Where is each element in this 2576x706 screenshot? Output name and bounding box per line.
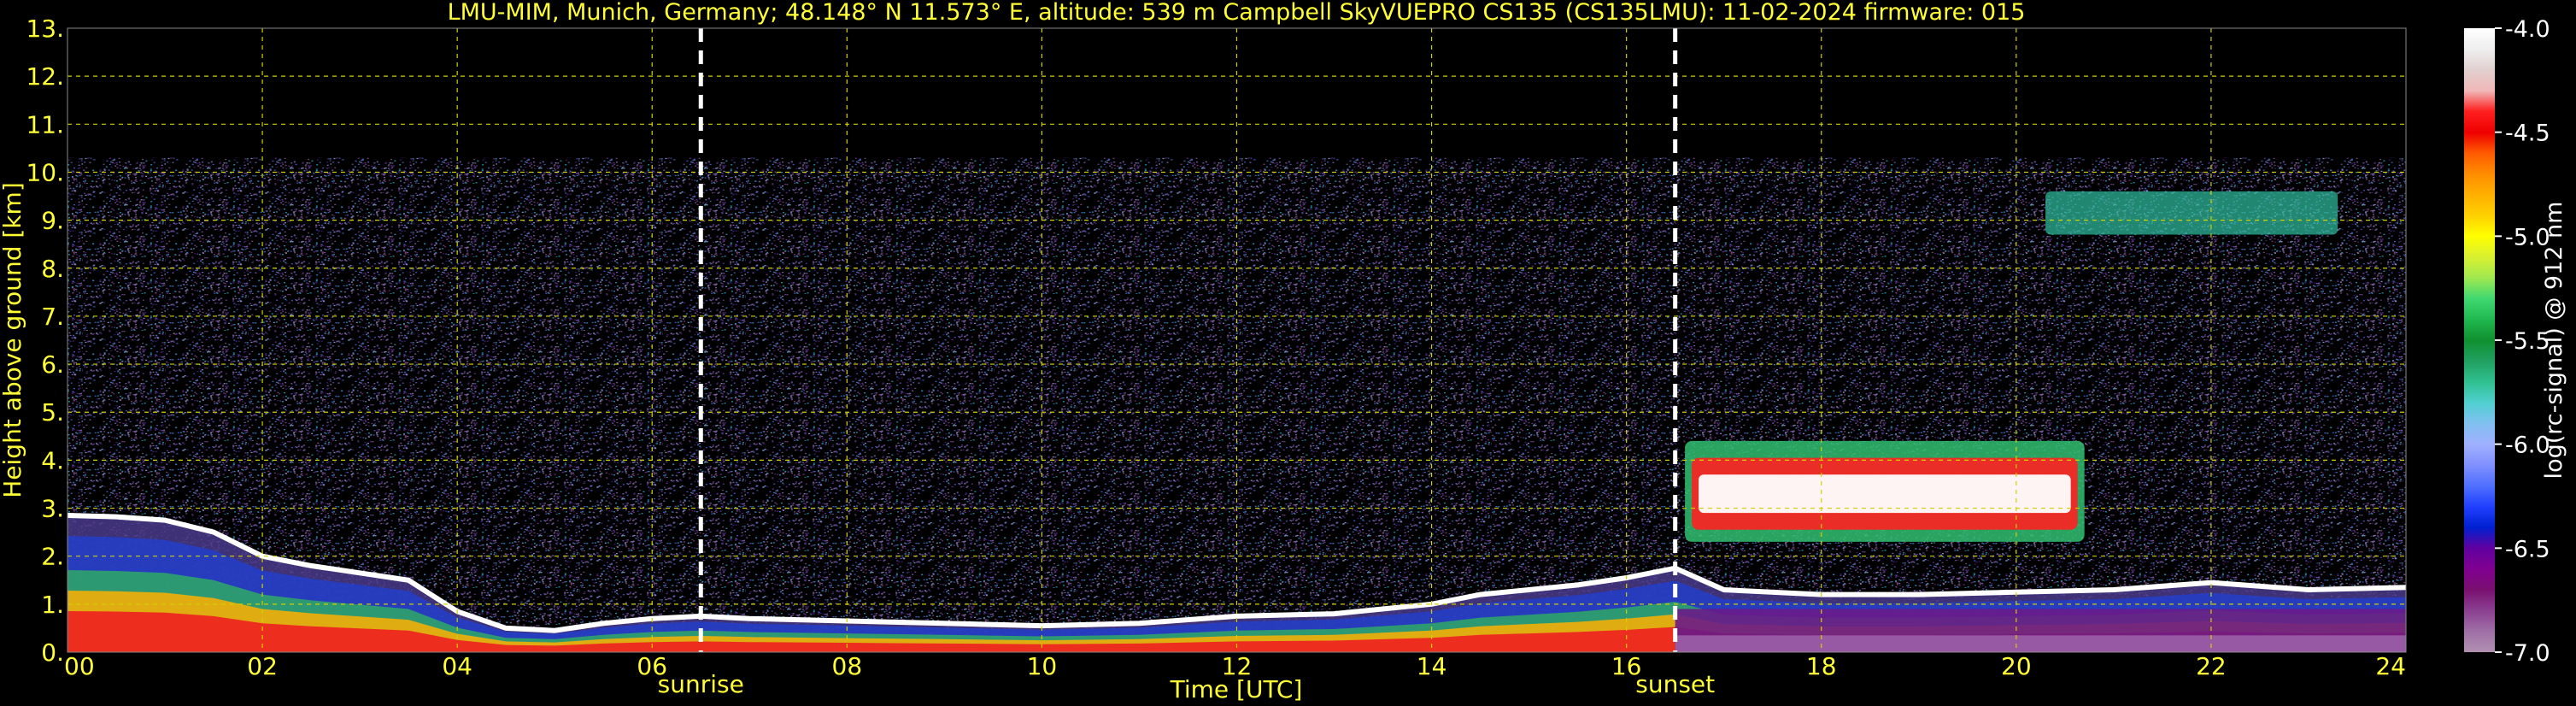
x-tick-label: 18 <box>1806 652 1837 680</box>
x-axis-label: Time [UTC] <box>1170 675 1303 703</box>
y-tick-label: 10. <box>26 158 64 186</box>
high-cloud <box>2045 191 2338 235</box>
colorbar-tick-label: -7.0 <box>2505 640 2550 667</box>
y-axis-label: Height above ground [km] <box>0 182 26 498</box>
x-tick-label: 22 <box>2196 652 2227 680</box>
sunset-label: sunset <box>1635 670 1715 698</box>
x-tick-label: 16 <box>1611 652 1642 680</box>
x-tick-label: 14 <box>1417 652 1447 680</box>
surface-layer <box>1675 635 2406 652</box>
colorbar-tick-label: -4.0 <box>2505 16 2550 43</box>
y-tick-label: 0. <box>41 638 64 667</box>
x-tick-label: 20 <box>2001 652 2032 680</box>
y-tick-label: 9. <box>41 207 64 235</box>
x-tick-label: 10 <box>1027 652 1058 680</box>
chart-title: LMU-MIM, Munich, Germany; 48.148° N 11.5… <box>448 0 2026 26</box>
x-tick-label: 02 <box>247 652 278 680</box>
sunrise-label: sunrise <box>658 670 744 698</box>
colorbar-scale <box>2464 28 2495 652</box>
y-tick-label: 12. <box>26 62 64 91</box>
colorbar-tick-label: -4.5 <box>2505 121 2550 147</box>
y-tick-label: 3. <box>41 495 64 523</box>
y-tick-label: 2. <box>41 543 64 571</box>
x-tick-label: 06 <box>637 652 667 680</box>
mid-cloud-core <box>1699 474 2071 514</box>
y-tick-label: 7. <box>41 303 64 331</box>
y-tick-label: 11. <box>26 110 64 138</box>
y-tick-label: 6. <box>41 350 64 379</box>
colorbar: -4.0-4.5-5.0-5.5-6.0-6.5-7.0 <box>2464 16 2550 667</box>
x-tick-label: 00 <box>64 652 95 680</box>
y-tick-label: 4. <box>41 446 64 474</box>
x-tick-label: 08 <box>832 652 863 680</box>
colorbar-tick-label: -6.5 <box>2505 536 2550 562</box>
chart: sunrise sunset LMU-MIM, Munich, Germany; … <box>0 0 2567 703</box>
y-tick-labels: 0. 1. 2. 3. 4. 5. 6. 7. 8. 9. 10. 11. 12. 13. <box>26 15 64 667</box>
x-tick-label: 24 <box>2375 652 2406 680</box>
colorbar-label: log(rc-signal) @ 912 nm <box>2541 202 2567 479</box>
y-tick-label: 8. <box>41 255 64 283</box>
x-tick-label: 04 <box>442 652 472 680</box>
y-tick-label: 5. <box>41 398 64 427</box>
y-tick-label: 13. <box>26 15 64 43</box>
y-tick-label: 1. <box>41 591 64 619</box>
